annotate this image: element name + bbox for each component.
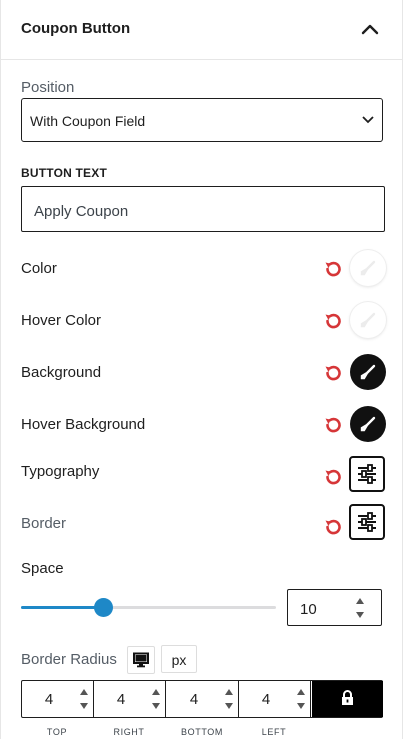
typography-settings-button[interactable]: [349, 456, 385, 492]
radius-top-value: 4: [44, 691, 54, 708]
spin-down-icon[interactable]: [296, 702, 306, 710]
radius-right-value: 4: [116, 691, 126, 708]
brush-icon: [360, 260, 376, 276]
device-toggle-button[interactable]: [127, 646, 155, 674]
coupon-button-panel: Coupon Button Position With Coupon Field…: [0, 0, 403, 739]
reset-icon[interactable]: [322, 362, 344, 384]
radius-top-input[interactable]: 4: [22, 681, 94, 717]
hover-color-swatch[interactable]: [350, 302, 386, 338]
unit-button[interactable]: px: [161, 645, 197, 673]
unit-label: px: [171, 652, 187, 668]
hover-color-label: Hover Color: [21, 312, 102, 329]
space-slider-thumb[interactable]: [94, 598, 113, 617]
chevron-up-icon[interactable]: [359, 18, 381, 40]
brush-icon: [360, 364, 376, 380]
background-label: Background: [21, 364, 102, 381]
button-text-input[interactable]: Apply Coupon: [21, 186, 385, 232]
lock-icon: [342, 690, 353, 705]
typography-label: Typography: [21, 463, 100, 480]
reset-icon[interactable]: [322, 516, 344, 538]
reset-icon[interactable]: [322, 466, 344, 488]
spin-up-icon[interactable]: [296, 688, 306, 696]
border-radius-label: Border Radius: [21, 651, 117, 668]
radius-bottom-input[interactable]: 4: [167, 681, 239, 717]
spin-down-icon[interactable]: [79, 702, 89, 710]
spin-up-icon[interactable]: [79, 688, 89, 696]
reset-icon[interactable]: [322, 310, 344, 332]
spin-down-icon[interactable]: [224, 702, 234, 710]
sliders-icon: [358, 512, 376, 532]
panel-header[interactable]: Coupon Button: [1, 0, 403, 60]
spin-up-icon[interactable]: [224, 688, 234, 696]
color-label: Color: [21, 260, 57, 277]
position-select[interactable]: With Coupon Field: [21, 98, 383, 142]
border-label: Border: [21, 515, 67, 532]
position-select-value: With Coupon Field: [30, 113, 146, 129]
spin-down-icon[interactable]: [151, 702, 161, 710]
radius-bottom-value: 4: [189, 691, 199, 708]
desktop-icon: [133, 652, 149, 668]
position-label: Position: [21, 79, 75, 96]
radius-bottom-caption: BOTTOM: [181, 727, 223, 737]
button-text-value: Apply Coupon: [34, 203, 129, 220]
radius-right-caption: RIGHT: [113, 727, 145, 737]
spin-down-icon[interactable]: [354, 609, 366, 621]
space-number-input[interactable]: 10: [287, 589, 382, 626]
brush-icon: [360, 416, 376, 432]
spin-up-icon[interactable]: [151, 688, 161, 696]
background-swatch[interactable]: [350, 354, 386, 390]
reset-icon[interactable]: [322, 258, 344, 280]
radius-left-input[interactable]: 4: [239, 681, 311, 717]
panel-title: Coupon Button: [21, 20, 131, 37]
chevron-down-icon: [362, 116, 374, 124]
border-radius-inputs: 4 4 4 4: [21, 680, 383, 718]
radius-right-input[interactable]: 4: [94, 681, 166, 717]
color-swatch[interactable]: [350, 250, 386, 286]
space-label: Space: [21, 560, 64, 577]
button-text-label: BUTTON TEXT: [21, 166, 107, 180]
hover-background-label: Hover Background: [21, 416, 146, 433]
hover-background-swatch[interactable]: [350, 406, 386, 442]
link-values-button[interactable]: [312, 681, 383, 717]
brush-icon: [360, 312, 376, 328]
reset-icon[interactable]: [322, 414, 344, 436]
space-slider-fill: [21, 606, 103, 609]
radius-top-caption: TOP: [46, 727, 68, 737]
border-settings-button[interactable]: [349, 504, 385, 540]
spin-up-icon[interactable]: [354, 595, 366, 607]
radius-left-caption: LEFT: [261, 727, 287, 737]
sliders-icon: [358, 464, 376, 484]
radius-left-value: 4: [261, 691, 271, 708]
space-value: 10: [300, 601, 317, 618]
